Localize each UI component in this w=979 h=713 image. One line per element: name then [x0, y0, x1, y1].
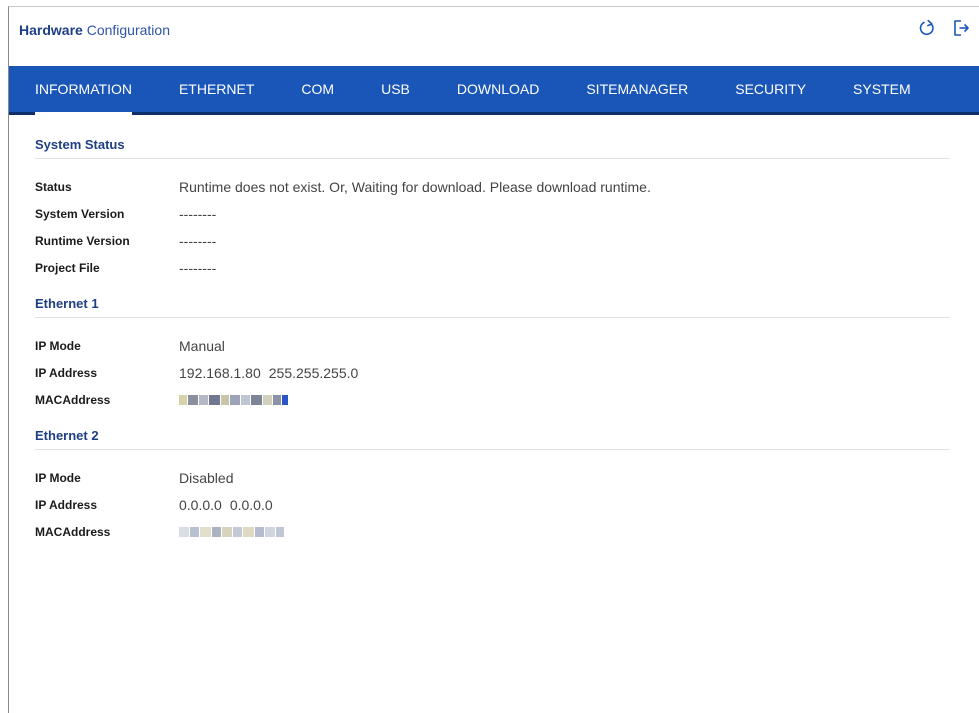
runtime-version-value: --------: [179, 232, 217, 249]
tab-information[interactable]: INFORMATION: [35, 66, 132, 115]
section-title-ethernet-1: Ethernet 1: [35, 296, 950, 318]
info-row-runtime-version: Runtime Version --------: [35, 227, 950, 254]
eth2-subnet-mask: 0.0.0.0: [229, 496, 273, 513]
redacted-mac: [179, 526, 284, 538]
eth2-mac-value-redacted: [179, 524, 284, 540]
tab-sitemanager[interactable]: SITEMANAGER: [586, 66, 688, 112]
eth1-mac-value-redacted: [179, 392, 288, 408]
eth2-row-mac: MACAddress: [35, 518, 950, 545]
tab-security[interactable]: SECURITY: [735, 66, 806, 112]
eth1-subnet-mask: 255.255.255.0: [268, 364, 359, 381]
section-title-ethernet-2: Ethernet 2: [35, 428, 950, 450]
status-value: Runtime does not exist. Or, Waiting for …: [179, 178, 651, 195]
tab-com[interactable]: COM: [301, 66, 334, 112]
info-row-project-file: Project File --------: [35, 254, 950, 281]
project-file-value: --------: [179, 259, 217, 276]
runtime-version-label: Runtime Version: [35, 233, 130, 248]
power-icon[interactable]: [917, 18, 937, 38]
system-version-value: --------: [179, 205, 217, 222]
title-actions: [917, 18, 971, 38]
eth1-ip-address-label: IP Address: [35, 365, 98, 380]
info-row-status: Status Runtime does not exist. Or, Waiti…: [35, 173, 950, 200]
eth2-ip-mode-label: IP Mode: [35, 470, 81, 485]
system-version-label: System Version: [35, 206, 125, 221]
information-panel: System Status Status Runtime does not ex…: [35, 137, 950, 545]
tab-usb[interactable]: USB: [381, 66, 410, 112]
eth2-ip-mode-value: Disabled: [179, 469, 234, 486]
app-title: Hardware Configuration: [19, 22, 170, 38]
section-title-system-status: System Status: [35, 137, 950, 159]
info-row-system-version: System Version --------: [35, 200, 950, 227]
eth2-row-ip-mode: IP Mode Disabled: [35, 464, 950, 491]
eth1-ip-mode-value: Manual: [179, 337, 225, 354]
tab-download[interactable]: DOWNLOAD: [457, 66, 539, 112]
eth2-mac-label: MACAddress: [35, 524, 111, 539]
app-title-rest: Configuration: [82, 22, 170, 38]
eth1-ip-address-value: 192.168.1.80 255.255.255.0: [179, 365, 358, 381]
redacted-mac: [179, 394, 288, 406]
eth1-row-ip-address: IP Address 192.168.1.80 255.255.255.0: [35, 359, 950, 386]
eth2-row-ip-address: IP Address 0.0.0.0 0.0.0.0: [35, 491, 950, 518]
logout-icon[interactable]: [951, 18, 971, 38]
eth2-ip-address-label: IP Address: [35, 497, 98, 512]
eth1-ip-address: 192.168.1.80: [179, 364, 261, 381]
status-label: Status: [35, 179, 72, 194]
eth1-ip-mode-label: IP Mode: [35, 338, 81, 353]
eth2-ip-address: 0.0.0.0: [179, 496, 222, 513]
project-file-label: Project File: [35, 260, 100, 275]
app-window: Hardware Configuration INFORMATION ETHER…: [8, 6, 979, 713]
eth1-row-ip-mode: IP Mode Manual: [35, 332, 950, 359]
eth1-row-mac: MACAddress: [35, 386, 950, 413]
title-bar: Hardware Configuration: [9, 7, 979, 66]
main-nav: INFORMATION ETHERNET COM USB DOWNLOAD SI…: [9, 66, 979, 115]
eth1-mac-label: MACAddress: [35, 392, 111, 407]
eth2-ip-address-value: 0.0.0.0 0.0.0.0: [179, 497, 273, 513]
app-title-bold: Hardware: [19, 22, 83, 38]
tab-system[interactable]: SYSTEM: [853, 66, 911, 112]
tab-ethernet[interactable]: ETHERNET: [179, 66, 254, 112]
